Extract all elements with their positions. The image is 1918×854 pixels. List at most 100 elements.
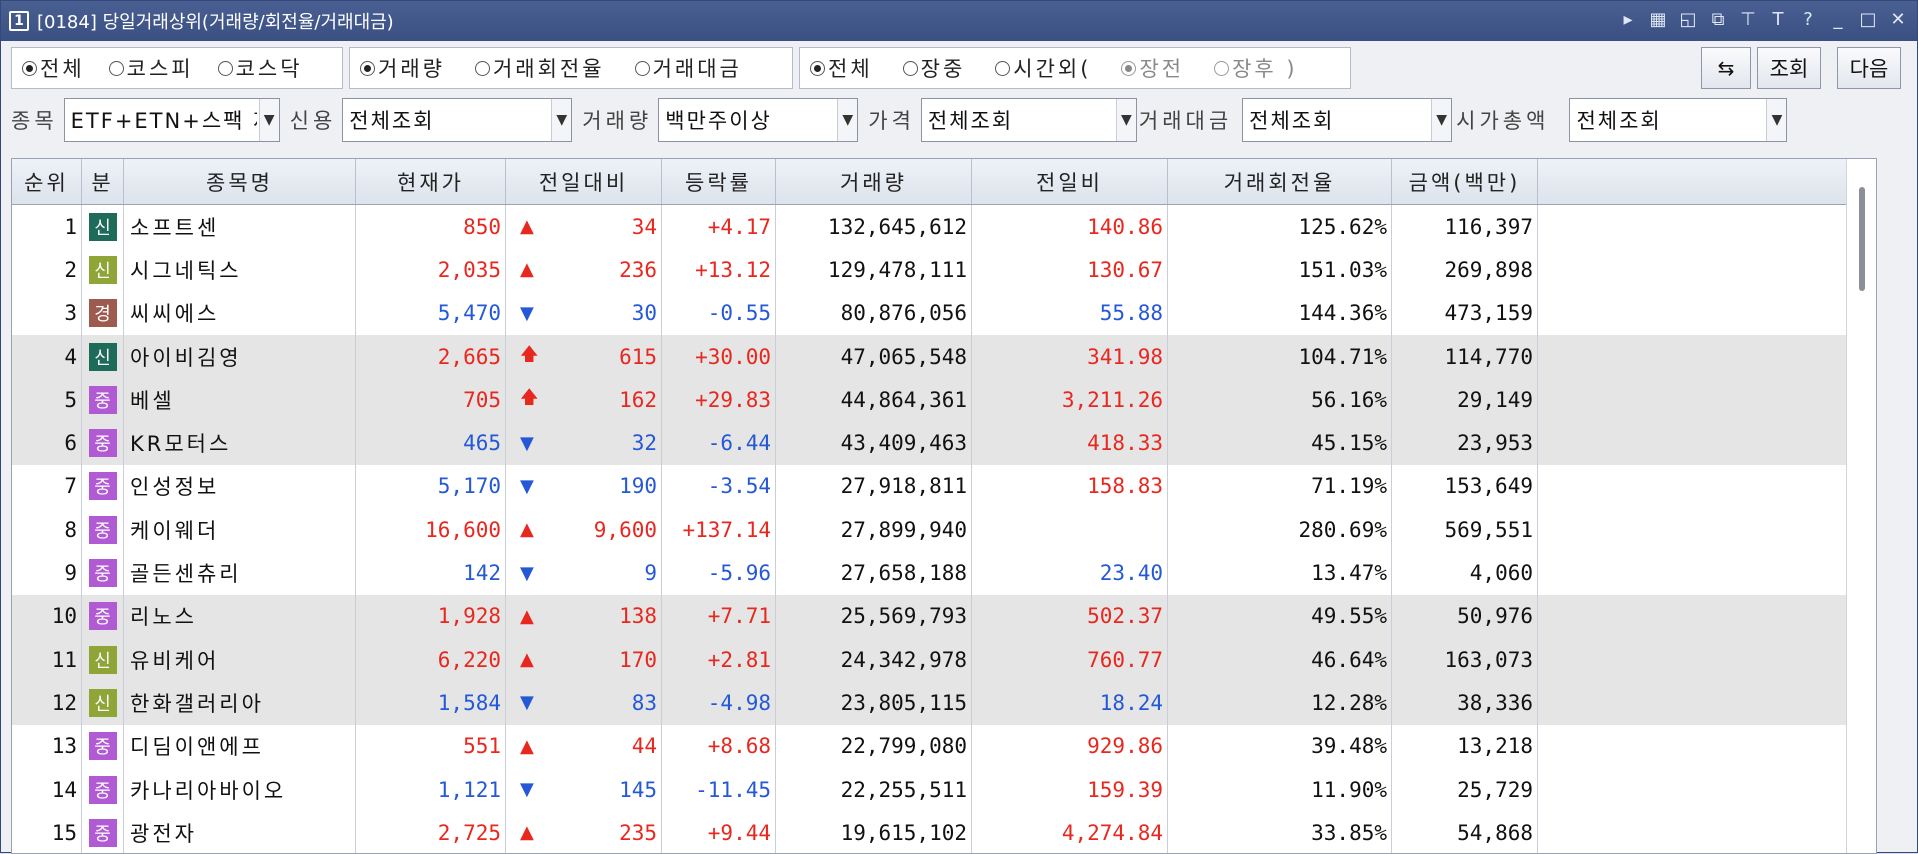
volume-filter-select[interactable]: 백만주이상 ▼	[658, 98, 859, 142]
radio-button-icon[interactable]	[634, 60, 650, 76]
window-icon[interactable]: ◱	[1679, 9, 1697, 30]
next-button[interactable]: 다음	[1837, 47, 1901, 89]
radio-button-icon[interactable]	[474, 60, 490, 76]
amount-cell: 23,953	[1392, 421, 1538, 465]
ranking-table[interactable]: 순위 분 종목명 현재가 전일대비 등락률 거래량 전일비 거래회전율 금액(백만) 1 신 소프트센…	[11, 158, 1877, 854]
table-row[interactable]: 12 신 한화갤러리아 1,584 ▼ 83 -4.98 23,805,115 18.24 12.…	[12, 681, 1876, 725]
radio-button-icon[interactable]	[22, 60, 37, 76]
type-cell: 중	[82, 464, 124, 509]
stock-name-cell: 카나리아바이오	[124, 767, 356, 812]
pin-icon[interactable]: ⊤	[1739, 9, 1757, 30]
col-volume-header[interactable]: 거래량	[776, 159, 972, 204]
col-type-header[interactable]: 분	[82, 159, 124, 204]
volume-cell: 24,342,978	[776, 637, 972, 682]
market-radio-1[interactable]: 코스피	[108, 53, 194, 83]
table-row[interactable]: 8 중 케이웨더 16,600 ▲ 9,600 +137.14 27,899,940 280.6…	[12, 508, 1876, 552]
mcap-filter-select[interactable]: 전체조회 ▼	[1569, 98, 1788, 142]
radio-button-icon[interactable]	[1121, 60, 1137, 76]
price-filter-select[interactable]: 전체조회 ▼	[920, 98, 1137, 142]
chevron-down-icon[interactable]: ▼	[1115, 99, 1136, 141]
vertical-scrollbar[interactable]	[1846, 159, 1876, 853]
prev-ratio-cell: 140.86	[972, 205, 1168, 249]
grid-icon[interactable]: ▦	[1649, 9, 1667, 30]
title-bar[interactable]: 1 [0184] 당일거래상위(거래량/회전율/거래대금) ▸ ▦ ◱ ⧉ ⊤ …	[1, 1, 1917, 41]
credit-filter-label: 신용	[289, 109, 337, 133]
radio-button-icon[interactable]	[108, 60, 124, 76]
swap-button[interactable]: ⇆	[1701, 47, 1751, 89]
table-row[interactable]: 1 신 소프트센 850 ▲ 34 +4.17 132,645,612 140.86 125.62…	[12, 205, 1876, 249]
table-row[interactable]: 3 경 씨씨에스 5,470 ▼ 30 -0.55 80,876,056 55.88 144.36…	[12, 291, 1876, 335]
prev-ratio-cell: 55.88	[972, 291, 1168, 335]
amount-cell: 473,159	[1392, 291, 1538, 335]
sort-radio-2[interactable]: 거래대금	[634, 53, 742, 83]
close-icon[interactable]: ✕	[1889, 9, 1907, 30]
col-price-header[interactable]: 현재가	[356, 159, 506, 204]
radio-button-icon[interactable]	[995, 60, 1011, 76]
radio-button-icon[interactable]	[1214, 60, 1230, 76]
col-name-header[interactable]: 종목명	[124, 159, 356, 204]
table-row[interactable]: 5 중 베셀 705 🡅 162 +29.83 44,864,361 3,211.26 56.16…	[12, 378, 1876, 422]
session-radio-0[interactable]: 전체	[810, 53, 873, 83]
price-cell: 6,220	[356, 637, 506, 682]
table-row[interactable]: 6 중 KR모터스 465 ▼ 32 -6.44 43,409,463 418.33 45.15%…	[12, 421, 1876, 465]
radio-button-icon[interactable]	[810, 60, 825, 76]
col-rate-header[interactable]: 등락률	[662, 159, 776, 204]
table-row[interactable]: 15 중 광전자 2,725 ▲ 235 +9.44 19,615,102 4,274.84 33…	[12, 811, 1876, 853]
minimize-icon[interactable]: _	[1829, 9, 1847, 30]
maximize-icon[interactable]: □	[1859, 9, 1877, 30]
rank-cell: 3	[12, 291, 82, 335]
turnover-cell: 280.69%	[1168, 508, 1392, 552]
stock-filter-select[interactable]: ETF+ETN+스팩 제 ▼	[63, 98, 280, 142]
sort-radio-1[interactable]: 거래회전율	[474, 53, 605, 83]
table-row[interactable]: 7 중 인성정보 5,170 ▼ 190 -3.54 27,918,811 158.83 71.1…	[12, 464, 1876, 509]
col-prev-ratio-header[interactable]: 전일비	[972, 159, 1168, 204]
col-amount-header[interactable]: 금액(백만)	[1392, 159, 1538, 204]
session-radio-3[interactable]: 장전	[1121, 53, 1184, 83]
arrow-up-icon: ▲	[520, 822, 534, 844]
market-radio-2[interactable]: 코스닥	[217, 53, 303, 83]
table-row[interactable]: 14 중 카나리아바이오 1,121 ▼ 145 -11.45 22,255,511 159.3…	[12, 767, 1876, 812]
stock-name-cell: 한화갤러리아	[124, 681, 356, 725]
change-cell: ▼ 190	[506, 464, 662, 509]
chevron-down-icon[interactable]: ▼	[837, 99, 858, 141]
col-rank-header[interactable]: 순위	[12, 159, 82, 204]
col-change-header[interactable]: 전일대비	[506, 159, 662, 204]
change-value: 235	[619, 820, 657, 845]
price-cell: 1,121	[356, 767, 506, 812]
chevron-down-icon[interactable]: ▼	[1766, 99, 1787, 141]
sort-radio-0[interactable]: 거래량	[360, 53, 445, 83]
market-radio-0[interactable]: 전체	[22, 53, 85, 83]
query-button[interactable]: 조회	[1757, 47, 1821, 89]
stock-name-cell: 씨씨에스	[124, 291, 356, 335]
chevron-down-icon[interactable]: ▼	[551, 99, 572, 141]
font-icon[interactable]: T	[1769, 9, 1787, 30]
play-icon[interactable]: ▸	[1619, 9, 1637, 30]
table-row[interactable]: 4 신 아이비김영 2,665 🡅 615 +30.00 47,065,548 341.98 10…	[12, 334, 1876, 379]
amount-filter-select[interactable]: 전체조회 ▼	[1242, 98, 1453, 142]
type-cell: 중	[82, 421, 124, 465]
market-type-badge: 신	[88, 645, 117, 674]
help-icon[interactable]: ?	[1799, 9, 1817, 30]
table-row[interactable]: 11 신 유비케어 6,220 ▲ 170 +2.81 24,342,978 760.77 46.…	[12, 637, 1876, 682]
restore-icon[interactable]: ⧉	[1709, 9, 1727, 30]
radio-button-icon[interactable]	[360, 60, 375, 76]
market-type-badge: 중	[88, 818, 117, 847]
radio-button-icon[interactable]	[902, 60, 918, 76]
rate-cell: -6.44	[662, 421, 776, 465]
radio-button-icon[interactable]	[217, 60, 233, 76]
table-row[interactable]: 9 중 골든센츄리 142 ▼ 9 -5.96 27,658,188 23.40 13.47% 4,…	[12, 551, 1876, 595]
table-row[interactable]: 2 신 시그네틱스 2,035 ▲ 236 +13.12 129,478,111 130.67 1…	[12, 248, 1876, 292]
amount-cell: 29,149	[1392, 378, 1538, 422]
chevron-down-icon[interactable]: ▼	[258, 99, 279, 141]
credit-filter-select[interactable]: 전체조회 ▼	[342, 98, 573, 142]
chevron-down-icon[interactable]: ▼	[1431, 99, 1452, 141]
market-type-badge: 신	[88, 255, 117, 284]
table-row[interactable]: 13 중 디딤이앤에프 551 ▲ 44 +8.68 22,799,080 929.86 39.4…	[12, 724, 1876, 768]
col-turnover-header[interactable]: 거래회전율	[1168, 159, 1392, 204]
scrollbar-thumb[interactable]	[1859, 187, 1865, 291]
change-value: 34	[631, 214, 657, 239]
session-radio-2[interactable]: 시간외(	[995, 53, 1091, 83]
session-radio-1[interactable]: 장중	[902, 53, 966, 83]
session-radio-4[interactable]: 장후 )	[1214, 53, 1298, 83]
table-row[interactable]: 10 중 리노스 1,928 ▲ 138 +7.71 25,569,793 502.37 49.5…	[12, 594, 1876, 638]
